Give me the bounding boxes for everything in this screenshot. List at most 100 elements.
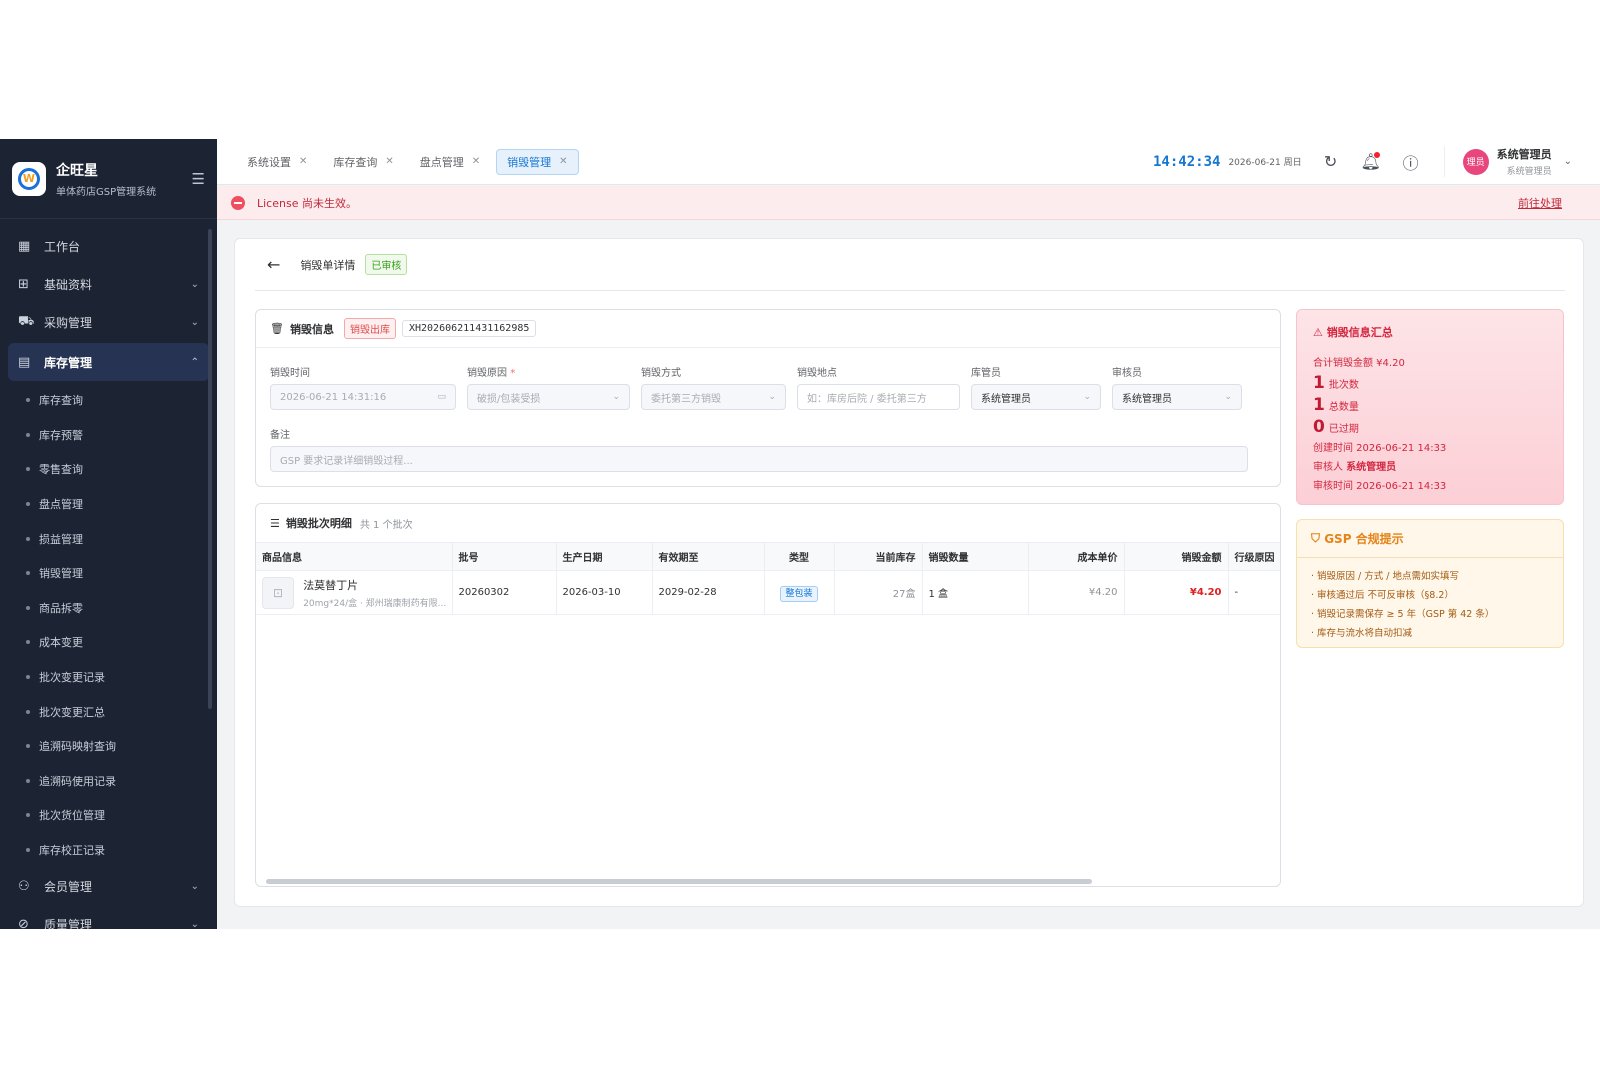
batch-count: 共 1 个批次	[359, 519, 413, 531]
column-header: 类型	[764, 542, 835, 571]
quantity-count: 1	[1313, 395, 1325, 415]
chevron-down-icon: ⌄	[1083, 392, 1091, 402]
summary-title: 销毁信息汇总	[1326, 326, 1393, 339]
sidebar-subitem[interactable]: 库存预警	[0, 418, 217, 453]
expired-count: 0	[1313, 417, 1325, 437]
sidebar-item-basic-data[interactable]: ⊞ 基础资料 ⌄	[0, 265, 217, 303]
remark-textarea[interactable]: GSP 要求记录详细销毁过程...	[270, 446, 1248, 472]
brand-name: 企旺星	[56, 162, 98, 179]
gsp-tip: · 销毁原因 / 方式 / 地点需如实填写	[1311, 571, 1460, 582]
sidebar-subitem[interactable]: 追溯码使用记录	[0, 764, 217, 799]
sidebar-subitem[interactable]: 损益管理	[0, 521, 217, 556]
sidebar-subitem[interactable]: 库存校正记录	[0, 833, 217, 868]
calendar-icon: ▭	[437, 392, 446, 402]
order-number: XH202606211431162985	[401, 320, 537, 337]
bell-icon[interactable]: 🔔︎	[1360, 151, 1382, 173]
keeper-select[interactable]: 系统管理员 ⌄	[971, 384, 1101, 410]
destruction-method-select[interactable]: 委托第三方销毁 ⌄	[641, 384, 786, 410]
product-spec: 20mg*24/盒 · 郑州瑞康制药有限...	[303, 598, 447, 609]
brand-subtitle: 单体药店GSP管理系统	[56, 186, 157, 198]
sidebar-scrollbar[interactable]	[208, 229, 212, 709]
batches-count: 1	[1313, 373, 1325, 393]
column-header: 成本单价	[1028, 542, 1125, 571]
app-logo: W	[12, 161, 46, 196]
page-title: 销毁单详情	[300, 258, 356, 272]
product-cell: ⊡ 法莫替丁片 20mg*24/盒 · 郑州瑞康制药有限...	[256, 570, 453, 615]
auditor-label: 审核人	[1313, 462, 1343, 473]
tab-destruction[interactable]: 销毁管理 ✕	[496, 148, 579, 175]
sidebar-subitem[interactable]: 商品拆零	[0, 591, 217, 626]
batches-label: 批次数	[1328, 380, 1359, 391]
total-amount: 合计销毁金额 ¥4.20	[1313, 358, 1405, 369]
column-header: 生产日期	[556, 542, 653, 571]
chevron-down-icon: ⌄	[1224, 392, 1232, 402]
destruction-reason-select[interactable]: 破损/包装受损 ⌄	[467, 384, 630, 410]
production-date: 2026-03-10	[556, 570, 653, 615]
sidebar-item-inventory[interactable]: ▤ 库存管理 ⌃	[8, 343, 209, 381]
gsp-tip: · 销毁记录需保存 ≥ 5 年（GSP 第 42 条）	[1311, 609, 1495, 620]
help-icon[interactable]: ⓘ	[1400, 151, 1422, 173]
chevron-down-icon: ⌄	[1563, 156, 1572, 167]
chevron-up-icon: ⌃	[190, 356, 199, 368]
gsp-tip: · 库存与流水将自动扣减	[1311, 628, 1413, 639]
field-label: 销毁地点	[797, 368, 837, 379]
panel-title: 销毁批次明细	[285, 517, 352, 530]
chevron-down-icon: ⌄	[190, 278, 199, 290]
close-icon[interactable]: ✕	[472, 156, 480, 167]
sidebar-subitem[interactable]: 批次变更记录	[0, 660, 217, 695]
type-tag: 销毁出库	[343, 318, 396, 339]
sidebar-nav: ▦ 工作台 ⊞ 基础资料 ⌄ ⛟ 采购管理 ⌄ ▤ 库存管理 ⌃ 库存查询 库存预警 零售查询…	[0, 219, 217, 929]
column-header: 有效期至	[652, 542, 765, 571]
sidebar-subitem[interactable]: 库存查询	[0, 383, 217, 418]
chevron-down-icon: ⌄	[190, 880, 199, 892]
sidebar-subitem[interactable]: 零售查询	[0, 452, 217, 487]
panel-title: 销毁信息	[289, 322, 334, 336]
sidebar-subitem[interactable]: 销毁管理	[0, 556, 217, 591]
close-icon[interactable]: ✕	[559, 156, 567, 167]
destruction-batch-panel: ☰ 销毁批次明细 共 1 个批次 商品信息 批号 生产日期 有效期至 类型 当前…	[255, 503, 1281, 887]
field-label: 销毁原因 *	[467, 368, 516, 379]
close-icon[interactable]: ✕	[299, 156, 307, 167]
auditor-select[interactable]: 系统管理员 ⌄	[1112, 384, 1242, 410]
sidebar-subitem[interactable]: 批次变更汇总	[0, 694, 217, 729]
close-icon[interactable]: ✕	[385, 156, 393, 167]
sidebar-subitem[interactable]: 追溯码映射查询	[0, 729, 217, 764]
minus-circle-icon	[231, 195, 245, 210]
sidebar-subitem[interactable]: 批次货位管理	[0, 798, 217, 833]
current-stock: 27盒	[834, 570, 923, 615]
back-arrow-icon[interactable]: ←	[267, 255, 280, 274]
user-role: 系统管理员	[1506, 167, 1552, 177]
grid-icon: ⊞	[18, 276, 29, 292]
tab-stocktake[interactable]: 盘点管理 ✕	[410, 149, 490, 175]
detail-header: ← 销毁单详情 已审核	[255, 239, 1565, 291]
sidebar-subitem[interactable]: 盘点管理	[0, 487, 217, 522]
collapse-menu-icon[interactable]: ☰	[192, 170, 205, 188]
sidebar-item-purchase[interactable]: ⛟ 采购管理 ⌄	[0, 303, 217, 341]
refresh-icon[interactable]: ↻	[1320, 151, 1342, 173]
row-reason: -	[1228, 570, 1280, 615]
sidebar-subitem[interactable]: 成本变更	[0, 625, 217, 660]
warning-icon: ⚠	[1313, 326, 1323, 339]
sidebar-item-quality[interactable]: ⊘ 质量管理 ⌄	[0, 905, 217, 929]
status-badge: 已审核	[365, 254, 408, 275]
sidebar-item-members[interactable]: ⚇ 会员管理 ⌄	[0, 867, 217, 905]
tab-inventory-query[interactable]: 库存查询 ✕	[323, 149, 403, 175]
type-tag: 整包装	[780, 586, 818, 602]
horizontal-scrollbar[interactable]	[266, 879, 1092, 884]
batch-number: 20260302	[452, 570, 557, 615]
license-action-link[interactable]: 前往处理	[1518, 195, 1562, 211]
destruction-place-input[interactable]: 如：库房后院 / 委托第三方	[797, 384, 960, 410]
tab-strip: 系统设置 ✕ 库存查询 ✕ 盘点管理 ✕ 销毁管理 ✕	[217, 148, 1153, 175]
column-header: 销毁金额	[1124, 542, 1229, 571]
user-menu[interactable]: 理员 系统管理员 系统管理员 ⌄	[1443, 146, 1572, 177]
sidebar-item-workbench[interactable]: ▦ 工作台	[0, 227, 217, 265]
chevron-down-icon: ⌄	[190, 316, 199, 328]
table-header-row: 商品信息 批号 生产日期 有效期至 类型 当前库存 销毁数量 成本单价 销毁金额…	[256, 542, 1280, 571]
user-name: 系统管理员	[1496, 148, 1552, 161]
license-message: License 尚未生效。	[257, 196, 357, 210]
tab-system-settings[interactable]: 系统设置 ✕	[237, 149, 317, 175]
list-icon: ☰	[270, 516, 280, 530]
destruction-info-panel: 🗑︎ 销毁信息 销毁出库 XH202606211431162985 销毁时间 2…	[255, 309, 1281, 487]
topbar: 系统设置 ✕ 库存查询 ✕ 盘点管理 ✕ 销毁管理 ✕ 14:42:34 2026-06…	[217, 139, 1600, 185]
destruction-time-field[interactable]: 2026-06-21 14:31:16 ▭	[270, 384, 456, 410]
